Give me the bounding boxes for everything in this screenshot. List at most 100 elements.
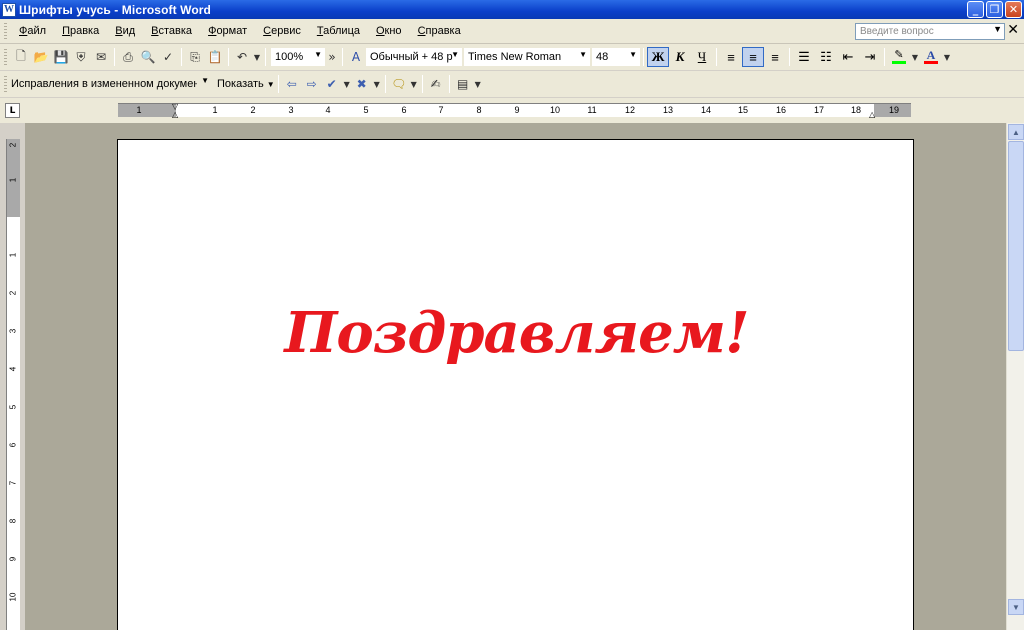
scroll-up-button[interactable]: ▲ [1008,124,1024,140]
ruler-number: 4 [8,366,18,372]
ruler-number: 1 [8,177,18,183]
document-text[interactable]: Поздравляем! [118,300,915,366]
document-workspace: Поздравляем! [25,123,1006,630]
permission-icon[interactable]: ⛨ [71,47,91,67]
chevron-down-icon[interactable]: ▼ [201,76,209,85]
chevron-down-icon[interactable]: ▼ [629,50,637,59]
minimize-button[interactable]: _ [967,1,984,18]
chevron-down-icon[interactable]: ▼ [993,24,1002,34]
reject-change-icon[interactable]: ✖ [352,74,372,94]
chevron-down-icon[interactable]: ▼ [579,50,587,59]
align-left-button[interactable]: ≡ [720,47,742,67]
numbered-list-button[interactable]: ☰ [793,47,815,67]
increase-indent-button[interactable]: ⇥ [859,47,881,67]
comment-dropdown-icon[interactable]: ▼ [409,74,419,94]
highlight-color-swatch [892,61,906,64]
font-color-icon: A [926,48,936,62]
font-size-select[interactable]: 48 ▼ [592,48,640,66]
zoom-select[interactable]: 100% ▼ [271,48,325,66]
horizontal-ruler[interactable]: ▽ △ △ 1 1 2 3 4 5 6 7 8 9 10 11 12 13 14… [118,102,911,119]
ruler-number: 19 [888,105,900,115]
menu-help[interactable]: Справка [410,25,469,37]
restore-button[interactable]: ❐ [986,1,1003,18]
spelling-icon[interactable]: ✓ [158,47,178,67]
chevron-down-icon[interactable]: ▼ [451,50,459,59]
chevron-down-icon[interactable]: ▼ [314,50,322,59]
menu-view[interactable]: Вид [107,25,143,37]
ruler-number: 1 [8,252,18,258]
italic-button[interactable]: К [669,47,691,67]
font-color-swatch [924,61,938,64]
decrease-indent-button[interactable]: ⇤ [837,47,859,67]
previous-change-icon[interactable]: ⇦ [282,74,302,94]
next-change-icon[interactable]: ⇨ [302,74,322,94]
menu-table[interactable]: Таблица [309,25,368,37]
style-select[interactable]: Обычный + 48 р ▼ [366,48,462,66]
insert-comment-icon[interactable]: 🗨 [389,74,409,94]
font-select[interactable]: Times New Roman ▼ [464,48,590,66]
hanging-indent-marker[interactable]: △ [172,110,178,119]
open-folder-icon[interactable]: 📂 [31,47,51,67]
align-right-button[interactable]: ≡ [764,47,786,67]
ruler-number: 6 [401,105,407,115]
close-button[interactable]: ✕ [1005,1,1022,18]
tab-selector-button[interactable]: L [5,103,20,118]
underline-button[interactable]: Ч [691,47,713,67]
chevron-down-icon: ▼ [266,79,275,89]
toolbar-grip[interactable] [4,48,7,66]
paste-icon[interactable]: 📋 [205,47,225,67]
undo-dropdown-icon[interactable]: ▼ [252,47,262,67]
email-icon[interactable]: ✉ [91,47,111,67]
align-center-button[interactable]: ≡ [742,47,764,67]
vertical-scrollbar[interactable]: ▲ ▼ [1006,123,1024,630]
new-document-icon[interactable]: 🗋 [11,47,31,67]
scroll-down-button[interactable]: ▼ [1008,599,1024,615]
menu-format[interactable]: Формат [200,25,255,37]
highlight-button[interactable]: ✎ [888,47,910,67]
ruler-area: L ▽ △ △ 1 1 2 3 4 5 6 7 8 9 10 11 12 13 … [0,98,1024,123]
show-markup-button[interactable]: Показать ▼ [217,78,275,90]
menu-edit[interactable]: Правка [54,25,107,37]
track-changes-icon[interactable]: ✍ [426,74,446,94]
left-margin-area [118,104,176,117]
print-icon[interactable]: ⎙ [118,47,138,67]
title-bar: W Шрифты учусь - Microsoft Word _ ❐ ✕ [0,0,1024,19]
menu-file[interactable]: Файл [11,25,54,37]
ruler-number: 7 [8,480,18,486]
bulleted-list-button[interactable]: ☷ [815,47,837,67]
bold-button[interactable]: Ж [647,47,669,67]
document-close-button[interactable]: ✕ [1007,22,1019,38]
accept-change-icon[interactable]: ✔ [322,74,342,94]
reviewing-pane-icon[interactable]: ▤ [453,74,473,94]
font-color-dropdown-icon[interactable]: ▼ [942,47,952,67]
font-color-button[interactable]: A [920,47,942,67]
menu-window[interactable]: Окно [368,25,410,37]
toolbar-overflow-icon[interactable]: » [325,47,339,67]
accept-dropdown-icon[interactable]: ▼ [342,74,352,94]
vertical-ruler[interactable]: 2 1 1 2 3 4 5 6 7 8 9 10 [6,139,20,630]
print-preview-icon[interactable]: 🔍 [138,47,158,67]
word-app-icon[interactable]: W [2,2,16,17]
document-page[interactable]: Поздравляем! [117,139,914,630]
separator [384,75,386,93]
undo-icon[interactable]: ↶ [232,47,252,67]
help-question-input[interactable]: Введите вопрос ▼ [855,23,1005,40]
display-for-review-select[interactable]: Исправления в измененном докумен ▼ [11,75,211,93]
menu-tools[interactable]: Сервис [255,25,309,37]
scrollbar-thumb[interactable] [1008,141,1024,351]
ruler-number: 1 [136,105,142,115]
reject-dropdown-icon[interactable]: ▼ [372,74,382,94]
ruler-number: 5 [8,404,18,410]
highlight-dropdown-icon[interactable]: ▼ [910,47,920,67]
save-icon[interactable]: 💾 [51,47,71,67]
separator [228,48,229,66]
menu-bar: Файл Правка Вид Вставка Формат Сервис Та… [0,19,1024,44]
styles-pane-icon[interactable]: A [346,47,366,67]
right-indent-marker[interactable]: △ [869,110,875,119]
copy-icon[interactable]: ⎘ [185,47,205,67]
menu-insert[interactable]: Вставка [143,25,200,37]
toolbar-grip[interactable] [4,75,7,93]
toolbar-grip[interactable] [4,22,7,40]
separator [421,75,423,93]
toolbar-options-icon[interactable]: ▼ [473,74,483,94]
